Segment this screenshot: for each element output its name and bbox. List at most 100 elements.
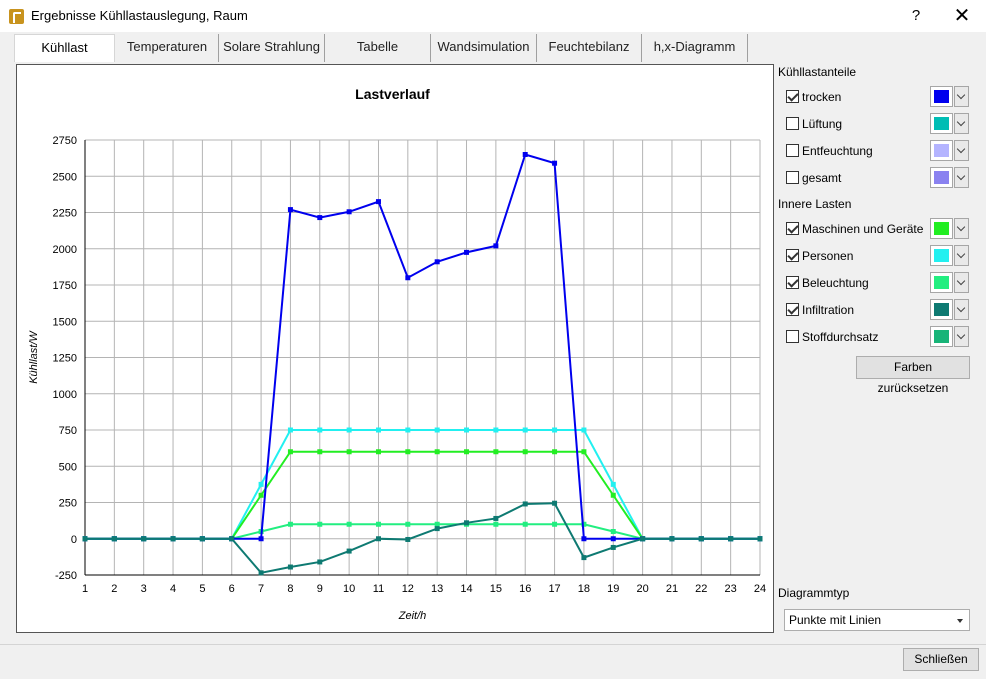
series-row-maschinen[interactable]: Maschinen und Geräte	[786, 218, 970, 240]
data-point	[698, 536, 704, 542]
series-line	[85, 429, 760, 540]
data-point	[434, 521, 440, 527]
x-tick-label: 14	[460, 583, 472, 595]
data-point	[287, 207, 293, 213]
series-row-entfeuchtung[interactable]: Entfeuchtung	[786, 140, 970, 162]
x-tick-label: 5	[199, 583, 205, 595]
tab-bar: Kühllast Temperaturen Solare Strahlung T…	[0, 34, 986, 62]
data-point	[669, 536, 675, 542]
series-row-stoffdurchsatz[interactable]: Stoffdurchsatz	[786, 326, 970, 348]
tab-solare-strahlung[interactable]: Solare Strahlung	[219, 34, 325, 62]
data-point	[581, 449, 587, 455]
color-picker-entfeuchtung[interactable]	[930, 140, 953, 161]
checkbox-maschinen[interactable]	[786, 222, 799, 235]
data-point	[405, 449, 411, 455]
data-point	[375, 521, 381, 527]
data-point	[405, 521, 411, 527]
series-row-gesamt[interactable]: gesamt	[786, 167, 970, 189]
data-point	[464, 427, 470, 433]
color-swatch	[934, 276, 949, 289]
color-dropdown-trocken[interactable]	[954, 86, 969, 107]
color-dropdown-lueftung[interactable]	[954, 113, 969, 134]
tab-wandsimulation[interactable]: Wandsimulation	[431, 34, 537, 62]
data-point	[170, 536, 176, 542]
chart-title: Lastverlauf	[355, 86, 430, 102]
series-row-beleuchtung[interactable]: Beleuchtung	[786, 272, 970, 294]
tab-hx-diagramm[interactable]: h,x-Diagramm	[642, 34, 748, 62]
color-swatch	[934, 144, 949, 157]
tab-temperaturen[interactable]: Temperaturen	[116, 34, 219, 62]
data-point	[405, 536, 411, 542]
y-tick-label: 2250	[53, 208, 77, 220]
x-tick-label: 20	[636, 583, 648, 595]
data-point	[552, 160, 558, 166]
group-cooling-loads-label: Kühllastanteile	[778, 65, 857, 79]
color-picker-stoffdurchsatz[interactable]	[930, 326, 953, 347]
data-point	[317, 215, 323, 221]
series-row-infiltration[interactable]: Infiltration	[786, 299, 970, 321]
settings-panel: Kühllastanteile trocken Lüftung Entfeuch…	[776, 62, 986, 642]
x-tick-label: 11	[373, 583, 384, 595]
color-dropdown-entfeuchtung[interactable]	[954, 140, 969, 161]
data-point	[757, 536, 763, 542]
color-picker-infiltration[interactable]	[930, 299, 953, 320]
x-tick-label: 12	[402, 583, 414, 595]
color-dropdown-gesamt[interactable]	[954, 167, 969, 188]
diagram-type-select[interactable]: Punkte mit Linien	[784, 609, 970, 631]
x-tick-label: 15	[490, 583, 502, 595]
color-dropdown-stoffdurchsatz[interactable]	[954, 326, 969, 347]
color-dropdown-maschinen[interactable]	[954, 218, 969, 239]
data-point	[581, 427, 587, 433]
color-picker-beleuchtung[interactable]	[930, 272, 953, 293]
diagram-type-label: Diagrammtyp	[778, 586, 850, 600]
tab-tabelle[interactable]: Tabelle	[325, 34, 431, 62]
tab-feuchtebilanz[interactable]: Feuchtebilanz	[537, 34, 642, 62]
checkbox-infiltration[interactable]	[786, 303, 799, 316]
data-point	[640, 536, 646, 542]
checkbox-gesamt[interactable]	[786, 171, 799, 184]
color-picker-maschinen[interactable]	[930, 218, 953, 239]
label-entfeuchtung: Entfeuchtung	[802, 144, 873, 158]
color-picker-personen[interactable]	[930, 245, 953, 266]
footer-separator	[0, 644, 986, 645]
diagram-type-value: Punkte mit Linien	[789, 613, 882, 627]
checkbox-beleuchtung[interactable]	[786, 276, 799, 289]
x-tick-label: 23	[725, 583, 737, 595]
y-tick-label: 1000	[53, 389, 77, 401]
x-tick-label: 18	[578, 583, 590, 595]
y-axis-label: Kühllast/W	[28, 330, 40, 384]
data-point	[317, 449, 323, 455]
checkbox-stoffdurchsatz[interactable]	[786, 330, 799, 343]
color-dropdown-personen[interactable]	[954, 245, 969, 266]
reset-colors-button[interactable]: Farben zurücksetzen	[856, 356, 970, 395]
color-swatch	[934, 171, 949, 184]
data-point	[258, 492, 264, 498]
series-row-personen[interactable]: Personen	[786, 245, 970, 267]
color-dropdown-infiltration[interactable]	[954, 299, 969, 320]
series-row-trocken[interactable]: trocken	[786, 86, 970, 108]
series-row-lueftung[interactable]: Lüftung	[786, 113, 970, 135]
checkbox-personen[interactable]	[786, 249, 799, 262]
help-button[interactable]: ?	[894, 0, 938, 32]
y-tick-label: 2000	[53, 244, 77, 256]
checkbox-entfeuchtung[interactable]	[786, 144, 799, 157]
checkbox-lueftung[interactable]	[786, 117, 799, 130]
load-chart: 1 2 3 4 5 6 7 8 9 10 11 12 13 14 15 16 17 18 19 20 21 22 23 24-…	[28, 86, 766, 622]
y-tick-label: 750	[59, 425, 77, 437]
color-swatch	[934, 303, 949, 316]
data-point	[346, 521, 352, 527]
tab-kuehllast[interactable]: Kühllast	[14, 34, 115, 62]
data-point	[375, 536, 381, 542]
y-tick-label: 1750	[53, 280, 77, 292]
close-dialog-button[interactable]: Schließen	[903, 648, 979, 671]
color-picker-trocken[interactable]	[930, 86, 953, 107]
color-dropdown-beleuchtung[interactable]	[954, 272, 969, 293]
window-close-button[interactable]: ✕	[940, 0, 984, 32]
window-title: Ergebnisse Kühllastauslegung, Raum	[31, 8, 248, 23]
color-swatch	[934, 90, 949, 103]
color-picker-gesamt[interactable]	[930, 167, 953, 188]
color-picker-lueftung[interactable]	[930, 113, 953, 134]
checkbox-trocken[interactable]	[786, 90, 799, 103]
data-point	[287, 427, 293, 433]
x-tick-label: 6	[229, 583, 235, 595]
